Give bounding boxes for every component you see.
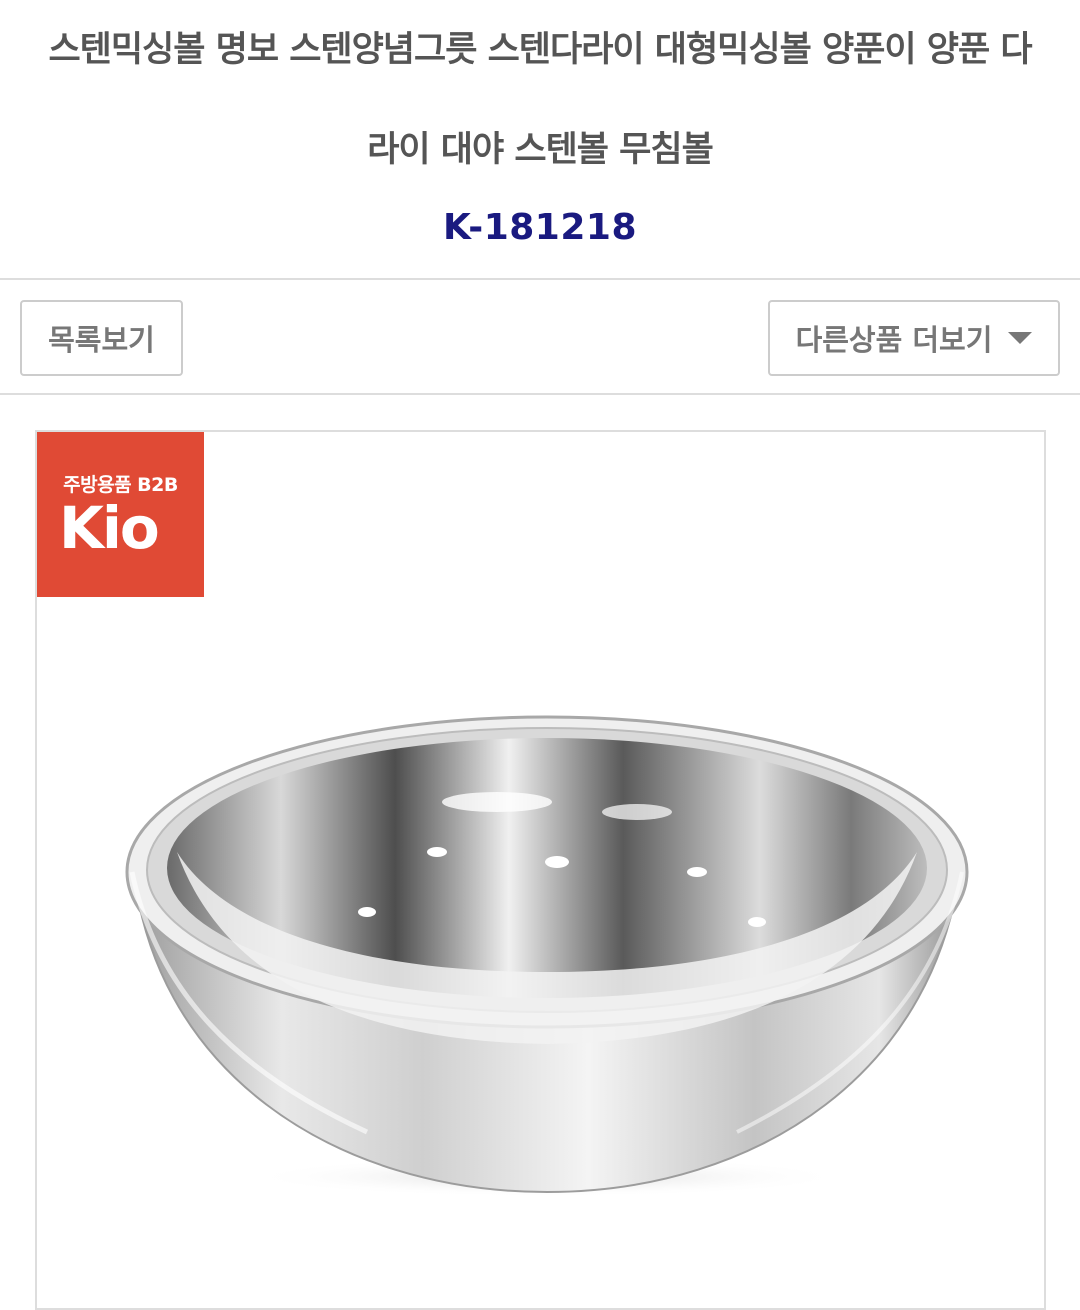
- list-view-button[interactable]: 목록보기: [20, 300, 183, 376]
- product-code: K-181218: [442, 207, 637, 248]
- logo-tagline: 주방용품 B2B: [63, 474, 178, 496]
- product-toolbar: 목록보기 다른상품 더보기: [0, 280, 1080, 394]
- divider: [0, 393, 1080, 395]
- product-title-line1: 스텐믹싱볼 명보 스텐양념그릇 스텐다라이 대형믹싱볼 양푼이 양푼 다: [48, 30, 1032, 70]
- product-image[interactable]: 주방용품 B2B Kio: [35, 430, 1046, 1310]
- caret-down-icon: [1008, 332, 1033, 344]
- logo-wordmark: Kio: [59, 494, 160, 562]
- product-title: 스텐믹싱볼 명보 스텐양념그릇 스텐다라이 대형믹싱볼 양푼이 양푼 다라이 대…: [0, 0, 1080, 200]
- more-products-button[interactable]: 다른상품 더보기: [768, 300, 1060, 376]
- list-view-label: 목록보기: [48, 323, 155, 357]
- more-products-label: 다른상품 더보기: [795, 323, 993, 357]
- product-header: 스텐믹싱볼 명보 스텐양념그릇 스텐다라이 대형믹싱볼 양푼이 양푼 다라이 대…: [0, 0, 1080, 278]
- product-title-line2: 라이 대야 스텐볼 무침볼: [367, 130, 714, 170]
- brand-logo: 주방용품 B2B Kio: [37, 432, 204, 597]
